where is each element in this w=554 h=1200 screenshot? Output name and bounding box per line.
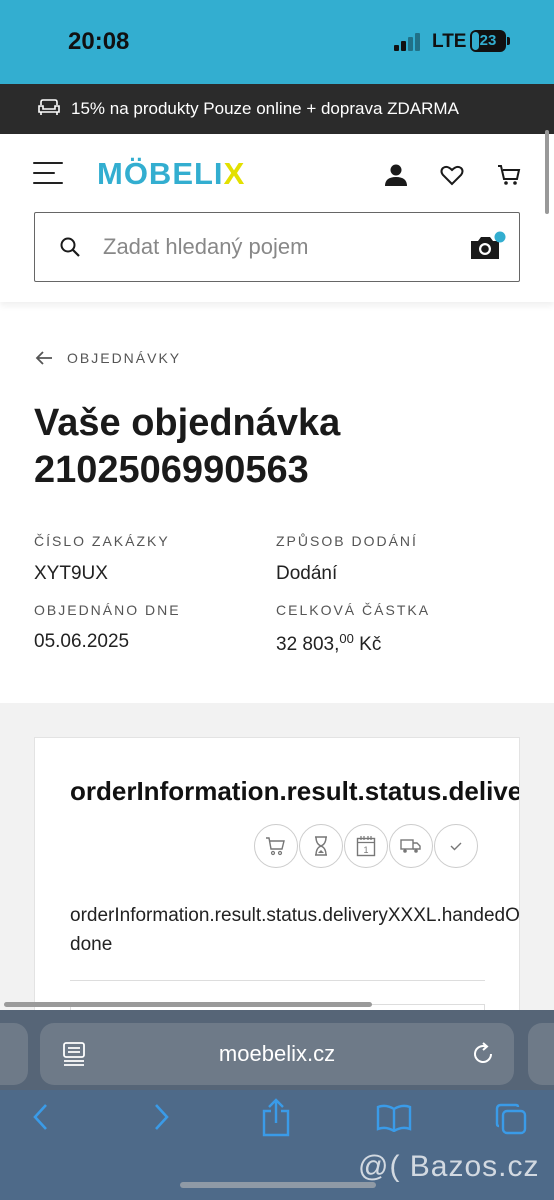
promo-text: 15% na produkty Pouze online + doprava Z… bbox=[71, 99, 459, 118]
title-order-number: 2102506990563 bbox=[34, 449, 309, 491]
tabs-icon[interactable] bbox=[494, 1102, 528, 1136]
total-main: 32 803, bbox=[276, 634, 340, 655]
calendar-icon: 1 bbox=[356, 836, 376, 857]
page-title: Vaše objednávka 2102506990563 bbox=[34, 400, 534, 494]
back-to-orders-link[interactable]: OBJEDNÁVKY bbox=[34, 349, 181, 367]
step-scheduled: 1 bbox=[344, 824, 388, 868]
sofa-icon bbox=[38, 99, 60, 115]
order-number-value: XYT9UX bbox=[34, 563, 108, 584]
signal-icon bbox=[394, 33, 422, 51]
status-steps: 1 bbox=[254, 824, 479, 868]
status-bar: 20:08 LTE 23 bbox=[0, 0, 554, 84]
logo[interactable]: MÖBELIX bbox=[97, 156, 245, 192]
watermark: @( Bazos.cz bbox=[358, 1150, 540, 1183]
title-line-1: Vaše objednávka bbox=[34, 402, 341, 444]
battery-tip bbox=[507, 37, 510, 45]
status-section: orderInformation.result.status.delivered bbox=[0, 703, 554, 1037]
home-indicator[interactable] bbox=[180, 1182, 376, 1188]
delivery-method-label: ZPŮSOB DODÁNÍ bbox=[276, 533, 418, 549]
previous-tab-pill[interactable] bbox=[0, 1023, 28, 1085]
logo-accent: X bbox=[223, 156, 246, 191]
promo-banner[interactable]: 15% na produkty Pouze online + doprava Z… bbox=[0, 84, 554, 134]
delivery-method-value: Dodání bbox=[276, 563, 338, 584]
logo-text: MÖBELI bbox=[97, 156, 224, 191]
step-shipping bbox=[389, 824, 433, 868]
site-header: MÖBELIX bbox=[0, 134, 554, 302]
address-bar[interactable]: moebelix.cz bbox=[40, 1023, 514, 1085]
forward-icon[interactable] bbox=[150, 1102, 172, 1132]
search-input[interactable] bbox=[103, 213, 443, 280]
status-title: orderInformation.result.status.delivered bbox=[70, 776, 520, 806]
status-time: 20:08 bbox=[68, 28, 130, 55]
total-value: 32 803,00 Kč bbox=[276, 631, 381, 656]
status-description: orderInformation.result.status.deliveryX… bbox=[70, 901, 520, 959]
back-icon[interactable] bbox=[30, 1102, 52, 1132]
step-ordered bbox=[254, 824, 298, 868]
menu-icon[interactable] bbox=[33, 162, 63, 186]
page-scrollbar[interactable] bbox=[545, 130, 549, 214]
cart-icon[interactable] bbox=[496, 162, 522, 188]
truck-icon bbox=[400, 839, 421, 853]
ordered-on-value: 05.06.2025 bbox=[34, 631, 130, 652]
url-text: moebelix.cz bbox=[218, 1041, 336, 1066]
divider bbox=[70, 980, 485, 981]
status-text-line-1: orderInformation.result.status.deliveryX… bbox=[70, 905, 520, 926]
bookmarks-icon[interactable] bbox=[376, 1104, 412, 1132]
total-currency: Kč bbox=[353, 634, 382, 655]
network-label: LTE bbox=[432, 31, 467, 52]
next-tab-pill[interactable] bbox=[528, 1023, 554, 1085]
battery-icon: 23 bbox=[470, 30, 506, 52]
horizontal-scroll-indicator bbox=[4, 1002, 372, 1007]
step-processing bbox=[299, 824, 343, 868]
cart-icon bbox=[266, 837, 285, 856]
camera-search-icon[interactable] bbox=[468, 231, 506, 263]
status-text-line-2: done bbox=[70, 934, 113, 955]
heart-icon[interactable] bbox=[439, 162, 465, 188]
total-label: CELKOVÁ ČÁSTKA bbox=[276, 602, 431, 618]
address-bar-area: moebelix.cz bbox=[0, 1010, 554, 1090]
ordered-on-label: OBJEDNÁNO DNE bbox=[34, 602, 181, 618]
battery-percent: 23 bbox=[479, 32, 497, 49]
order-number-label: ČÍSLO ZAKÁZKY bbox=[34, 533, 170, 549]
order-status-card: orderInformation.result.status.delivered bbox=[34, 737, 520, 1037]
share-icon[interactable] bbox=[260, 1098, 292, 1138]
back-label: OBJEDNÁVKY bbox=[67, 350, 182, 366]
step-delivered bbox=[434, 824, 478, 868]
user-icon[interactable] bbox=[383, 162, 409, 188]
check-icon bbox=[450, 842, 462, 851]
search-icon[interactable] bbox=[59, 236, 81, 258]
search-box bbox=[34, 212, 520, 282]
total-cents: 00 bbox=[339, 631, 354, 646]
arrow-left-icon bbox=[35, 351, 52, 365]
reload-icon[interactable] bbox=[470, 1041, 496, 1067]
calendar-day: 1 bbox=[363, 845, 368, 855]
hourglass-icon bbox=[315, 836, 327, 856]
